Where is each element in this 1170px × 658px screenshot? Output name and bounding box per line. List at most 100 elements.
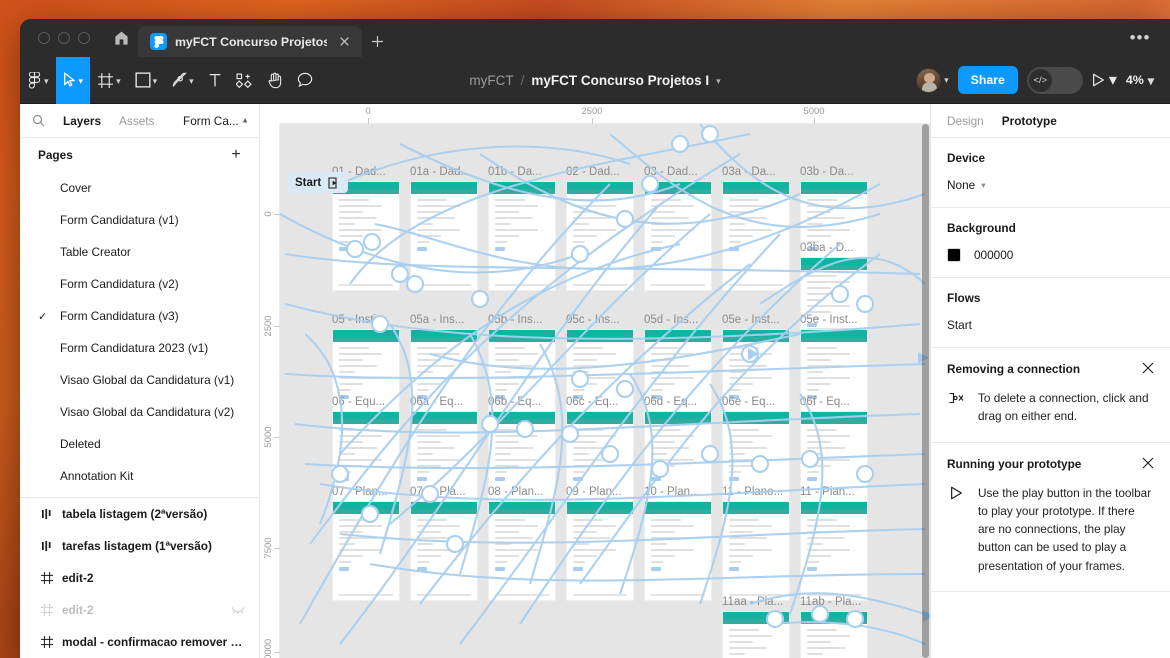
vertical-ruler[interactable]: 025005000750010000 [260,104,280,658]
frame-label[interactable]: 09 - Plan... [566,486,634,498]
dev-mode-toggle[interactable]: </> [1027,67,1083,94]
move-tool-button[interactable]: ▾ [56,57,91,104]
comment-tool-button[interactable] [290,57,320,104]
page-item[interactable]: Deleted [20,428,259,460]
canvas-frame[interactable]: 03a - Da... [722,166,790,291]
page-item[interactable]: Form Candidatura 2023 (v1) [20,332,259,364]
file-tab[interactable]: myFCT Concurso Projetos I [138,26,362,57]
page-item[interactable]: Visao Global da Candidatura (v2) [20,396,259,428]
frame-thumbnail[interactable] [566,501,634,601]
user-avatar-group[interactable]: ▾ [916,68,949,93]
maximize-window-button[interactable] [78,32,90,44]
text-tool-button[interactable] [201,57,229,104]
close-icon[interactable] [1142,362,1154,374]
breadcrumb-team[interactable]: myFCT [469,73,513,88]
frame-label[interactable]: 05 - Insti... [332,314,400,326]
plus-icon[interactable] [362,26,392,57]
frame-label[interactable]: 06c - Eq... [566,396,634,408]
layer-item[interactable]: edit-2 [20,562,259,594]
canvas-frame[interactable]: 07 - Plan... [332,486,400,601]
zoom-control[interactable]: 4% ▾ [1126,73,1154,88]
frame-thumbnail[interactable] [722,181,790,291]
frame-thumbnail[interactable] [800,611,868,658]
tab-design[interactable]: Design [947,114,984,128]
minimize-window-button[interactable] [58,32,70,44]
ellipsis-icon[interactable]: ••• [1126,27,1154,49]
frame-label[interactable]: 01a - Dad... [410,166,478,178]
plus-icon[interactable]: + [227,147,245,163]
frame-label[interactable]: 03ba - D... [800,242,868,254]
frame-thumbnail[interactable] [722,611,790,658]
page-item[interactable]: Form Candidatura (v2) [20,268,259,300]
tab-layers[interactable]: Layers [54,114,110,128]
canvas[interactable]: Start 01 - Dad...01a - Dad...01b - Da...… [260,104,930,658]
flow-start-badge[interactable]: Start [288,172,348,193]
device-select[interactable]: None ▾ [947,178,1154,192]
canvas-frame[interactable]: 01a - Dad... [410,166,478,291]
frame-thumbnail[interactable] [410,501,478,601]
frame-thumbnail[interactable] [488,501,556,601]
frame-tool-button[interactable]: ▾ [90,57,128,104]
canvas-frame[interactable]: 01b - Da... [488,166,556,291]
frame-label[interactable]: 11aa - Pla... [722,596,790,608]
frame-thumbnail[interactable] [644,181,712,291]
background-hex[interactable]: 000000 [974,248,1013,262]
chevron-down-icon[interactable]: ▾ [1148,73,1154,88]
chevron-down-icon[interactable]: ▾ [944,75,949,86]
frame-label[interactable]: 05c - Ins... [566,314,634,326]
frame-label[interactable]: 10 - Plan... [644,486,712,498]
canvas-frame[interactable]: 08 - Plan... [488,486,556,601]
canvas-frame[interactable]: 09 - Plan... [566,486,634,601]
frame-label[interactable]: 06e - Eq... [722,396,790,408]
frame-thumbnail[interactable] [332,501,400,601]
frame-label[interactable]: 05a - Ins... [410,314,478,326]
close-icon[interactable] [1142,457,1154,469]
page-item[interactable]: Cover [20,172,259,204]
canvas-frame[interactable]: 07a - Pla... [410,486,478,601]
frame-thumbnail[interactable] [644,501,712,601]
background-color-row[interactable]: 000000 [947,248,1154,262]
frame-label[interactable]: 03a - Da... [722,166,790,178]
tab-assets[interactable]: Assets [110,114,163,128]
canvas-frame[interactable]: 11aa - Pla... [722,596,790,658]
canvas-frame[interactable]: 11 - Plano... [722,486,790,601]
frame-label[interactable]: 03 - Dad... [644,166,712,178]
frame-thumbnail[interactable] [410,181,478,291]
canvas-vertical-scrollbar[interactable] [921,124,930,658]
frame-thumbnail[interactable] [722,501,790,601]
frame-thumbnail[interactable] [800,501,868,601]
horizontal-ruler[interactable]: 025005000750010000 [260,104,930,124]
color-swatch[interactable] [947,248,961,262]
page-item[interactable]: ✓Form Candidatura (v3) [20,300,259,332]
page-item[interactable]: Form Candidatura (v1) [20,204,259,236]
canvas-frame[interactable]: 11ab - Pla... [800,596,868,658]
canvas-frame[interactable]: 10 - Plan... [644,486,712,601]
main-menu-button[interactable]: ▾ [20,57,56,104]
frame-label[interactable]: 05d - Ins... [644,314,712,326]
canvas-frame[interactable]: 11 - Pian... [800,486,868,601]
flow-item-start[interactable]: Start [947,318,1154,332]
layer-item[interactable]: tabela listagem (2ªversão) [20,498,259,530]
frame-label[interactable]: 05b - Ins... [488,314,556,326]
search-icon[interactable] [32,114,54,127]
chevron-down-icon[interactable]: ▾ [716,76,721,87]
close-icon[interactable] [335,33,353,51]
frame-label[interactable]: 05e - Inst... [800,314,868,326]
hand-tool-button[interactable] [260,57,290,104]
layer-item[interactable]: edit-2 [20,594,259,626]
page-item[interactable]: Visao Global da Candidatura (v1) [20,364,259,396]
chevron-down-icon[interactable]: ▾ [1109,70,1117,90]
share-button[interactable]: Share [958,66,1018,94]
frame-label[interactable]: 11ab - Pla... [800,596,868,608]
frame-label[interactable]: 02 - Dad... [566,166,634,178]
frame-label[interactable]: 06b - Eq... [488,396,556,408]
scrollbar-thumb[interactable] [922,124,929,658]
canvas-viewport[interactable]: Start 01 - Dad...01a - Dad...01b - Da...… [280,124,930,658]
frame-label[interactable]: 01b - Da... [488,166,556,178]
frame-label[interactable]: 11 - Plano... [722,486,790,498]
frame-label[interactable]: 06f - Eq... [800,396,868,408]
frame-thumbnail[interactable] [332,181,400,291]
breadcrumb-file[interactable]: myFCT Concurso Projetos I [531,73,709,88]
page-selector[interactable]: Form Ca... ▾ [183,114,247,128]
shape-tool-button[interactable]: ▾ [128,57,165,104]
